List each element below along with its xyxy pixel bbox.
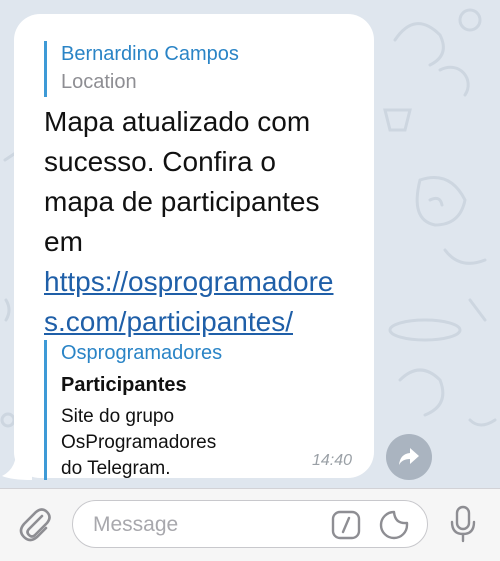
slash-command-icon <box>331 510 361 540</box>
share-button[interactable] <box>386 434 432 480</box>
message-input[interactable] <box>91 509 325 541</box>
command-button[interactable] <box>331 510 361 545</box>
participants-link[interactable]: https://osprogramadore s.com/participant… <box>44 262 384 342</box>
message-line: sucesso. Confira o <box>44 146 276 177</box>
input-bar <box>0 488 500 561</box>
link-preview[interactable]: Osprogramadores Participantes Site do gr… <box>44 340 271 480</box>
bubble-tail <box>2 446 32 480</box>
link-line[interactable]: https://osprogramadore <box>44 262 384 302</box>
voice-button[interactable] <box>448 505 478 548</box>
reply-sender-name: Bernardino Campos <box>61 43 239 65</box>
paperclip-icon <box>19 508 51 542</box>
preview-description-line: do Telegram. <box>61 458 171 479</box>
message-box[interactable] <box>72 500 428 548</box>
sticker-icon <box>379 510 409 540</box>
sticker-button[interactable] <box>379 510 409 545</box>
share-arrow-icon <box>399 448 419 465</box>
link-line[interactable]: s.com/participantes/ <box>44 302 384 342</box>
message-bubble[interactable]: Bernardino Campos Location Mapa atualiza… <box>14 14 374 480</box>
preview-title: Participantes <box>61 374 187 396</box>
reply-quote[interactable]: Bernardino Campos Location <box>44 41 239 97</box>
preview-description-line: OsProgramadores <box>61 432 217 453</box>
message-text: Mapa atualizado com sucesso. Confira o m… <box>44 102 384 342</box>
preview-description-line: Site do grupo <box>61 406 175 427</box>
message-line: mapa de participantes <box>44 186 320 217</box>
reply-subtitle: Location <box>61 71 137 93</box>
message-line: em <box>44 226 83 257</box>
preview-description: Site do grupo OsProgramadores do Telegra… <box>61 404 271 482</box>
microphone-icon <box>450 505 476 543</box>
attach-button[interactable] <box>18 507 52 548</box>
message-time: 14:40 <box>312 452 353 469</box>
message-line: Mapa atualizado com <box>44 106 311 137</box>
preview-site-name: Osprogramadores <box>61 342 223 364</box>
